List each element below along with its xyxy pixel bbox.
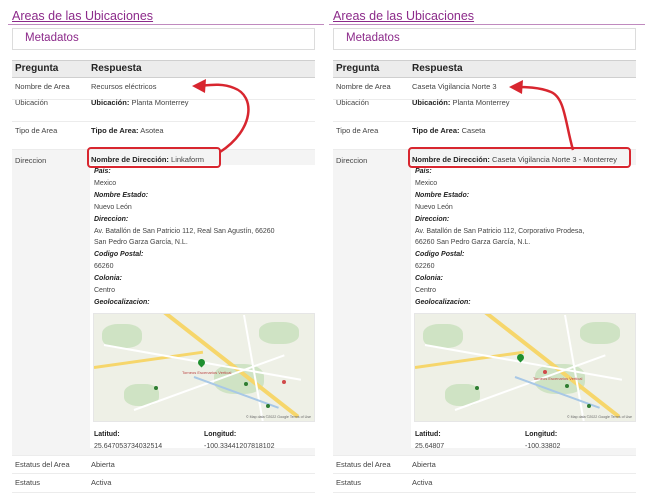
record-panel-right: Areas de las Ubicaciones Metadatos Pregu… [329,0,645,503]
record-panel-left: Areas de las Ubicaciones Metadatos Pregu… [8,0,324,503]
arrow-annotation [192,79,250,154]
arrow-annotation [509,80,575,151]
